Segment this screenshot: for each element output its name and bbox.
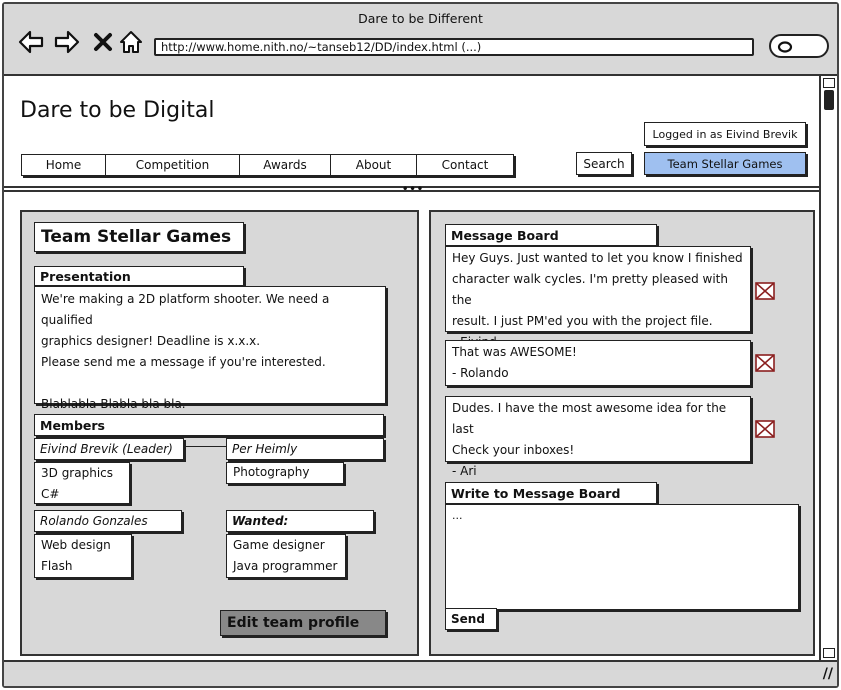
message-line: result. I just PM'ed you with the projec… bbox=[452, 314, 713, 328]
presentation-header: Presentation bbox=[34, 266, 244, 286]
message-board-header: Message Board bbox=[445, 224, 657, 246]
team-name-heading: Team Stellar Games bbox=[34, 222, 244, 252]
skill-item: 3D graphics bbox=[41, 466, 113, 480]
members-header: Members bbox=[34, 414, 384, 436]
message-line: Dudes. I have the most awesome idea for … bbox=[452, 401, 727, 436]
wanted-role: Game designer bbox=[233, 538, 325, 552]
main-menu: Home Competition Awards About Contact bbox=[21, 154, 514, 176]
message-line: character walk cycles. I'm pretty please… bbox=[452, 272, 728, 307]
close-x-icon[interactable] bbox=[88, 28, 118, 56]
menu-item-awards[interactable]: Awards bbox=[240, 155, 331, 175]
url-bar[interactable]: http://www.home.nith.no/~tanseb12/DD/ind… bbox=[154, 38, 754, 56]
write-message-header: Write to Message Board bbox=[445, 482, 657, 504]
search-button[interactable]: Search bbox=[576, 152, 632, 175]
presentation-line: Blablabla Blabla bla bla. bbox=[41, 397, 186, 411]
delete-message-icon[interactable] bbox=[755, 420, 775, 438]
status-bar: // bbox=[4, 660, 837, 686]
message-line: Check your inboxes! bbox=[452, 443, 575, 457]
member-name[interactable]: Eivind Brevik (Leader) bbox=[34, 438, 184, 460]
member-skills: Web design Flash bbox=[34, 534, 132, 578]
skill-item: Photography bbox=[233, 465, 310, 479]
skill-item: C# bbox=[41, 487, 60, 501]
member-name[interactable]: Rolando Gonzales bbox=[34, 510, 182, 532]
forward-arrow-icon[interactable] bbox=[52, 28, 82, 56]
wanted-label: Wanted: bbox=[226, 510, 374, 532]
menu-item-competition[interactable]: Competition bbox=[106, 155, 240, 175]
message-item: Dudes. I have the most awesome idea for … bbox=[445, 396, 751, 478]
message-line: Hey Guys. Just wanted to let you know I … bbox=[452, 251, 743, 265]
wanted-role: Java programmer bbox=[233, 559, 338, 573]
send-button[interactable]: Send bbox=[445, 608, 497, 630]
resize-grip-icon[interactable]: // bbox=[823, 666, 833, 682]
search-icon bbox=[777, 41, 793, 53]
message-item: Hey Guys. Just wanted to let you know I … bbox=[445, 246, 751, 349]
message-line: - Rolando bbox=[452, 366, 509, 380]
page-viewport: Dare to be Digital Logged in as Eivind B… bbox=[4, 76, 819, 660]
login-status: Logged in as Eivind Brevik bbox=[644, 122, 806, 146]
delete-message-icon[interactable] bbox=[755, 354, 775, 372]
window-title: Dare to be Different bbox=[358, 11, 483, 26]
wanted-roles: Game designer Java programmer bbox=[226, 534, 346, 578]
member-connector bbox=[186, 446, 226, 447]
menu-item-contact[interactable]: Contact bbox=[417, 155, 513, 175]
scroll-down-icon[interactable] bbox=[823, 648, 835, 658]
message-item: That was AWESOME! - Rolando bbox=[445, 340, 751, 386]
team-profile-panel: Team Stellar Games Presentation We're ma… bbox=[20, 210, 419, 656]
scroll-up-icon[interactable] bbox=[823, 78, 835, 88]
browser-titlebar: Dare to be Different http://www.home.nit… bbox=[4, 4, 837, 76]
message-line: That was AWESOME! bbox=[452, 345, 577, 359]
edit-team-profile-button[interactable]: Edit team profile bbox=[220, 610, 386, 636]
presentation-text: We're making a 2D platform shooter. We n… bbox=[34, 286, 386, 411]
scroll-thumb[interactable] bbox=[824, 90, 834, 110]
menu-item-home[interactable]: Home bbox=[22, 155, 106, 175]
presentation-line bbox=[35, 373, 385, 394]
page-divider: ••• bbox=[4, 184, 819, 195]
drag-handle[interactable]: ••• bbox=[402, 184, 424, 195]
presentation-line: Please send me a message if you're inter… bbox=[41, 355, 326, 369]
browser-search-field[interactable] bbox=[769, 34, 829, 58]
delete-message-icon[interactable] bbox=[755, 282, 775, 300]
browser-window: Dare to be Different http://www.home.nit… bbox=[2, 2, 839, 688]
home-icon[interactable] bbox=[116, 28, 146, 56]
back-arrow-icon[interactable] bbox=[16, 28, 46, 56]
member-skills: Photography bbox=[226, 462, 344, 484]
presentation-line: We're making a 2D platform shooter. We n… bbox=[41, 292, 330, 327]
site-title: Dare to be Digital bbox=[20, 98, 215, 123]
menu-item-about[interactable]: About bbox=[331, 155, 417, 175]
skill-item: Web design bbox=[41, 538, 111, 552]
message-input[interactable]: ... bbox=[445, 504, 799, 610]
message-board-panel: Message Board Hey Guys. Just wanted to l… bbox=[429, 210, 815, 656]
message-line: - Ari bbox=[452, 464, 477, 478]
vertical-scrollbar[interactable] bbox=[819, 76, 837, 660]
member-name[interactable]: Per Heimly bbox=[226, 438, 384, 460]
member-skills: 3D graphics C# bbox=[34, 462, 130, 504]
presentation-line: graphics designer! Deadline is x.x.x. bbox=[41, 334, 261, 348]
team-button[interactable]: Team Stellar Games bbox=[644, 152, 806, 175]
skill-item: Flash bbox=[41, 559, 73, 573]
